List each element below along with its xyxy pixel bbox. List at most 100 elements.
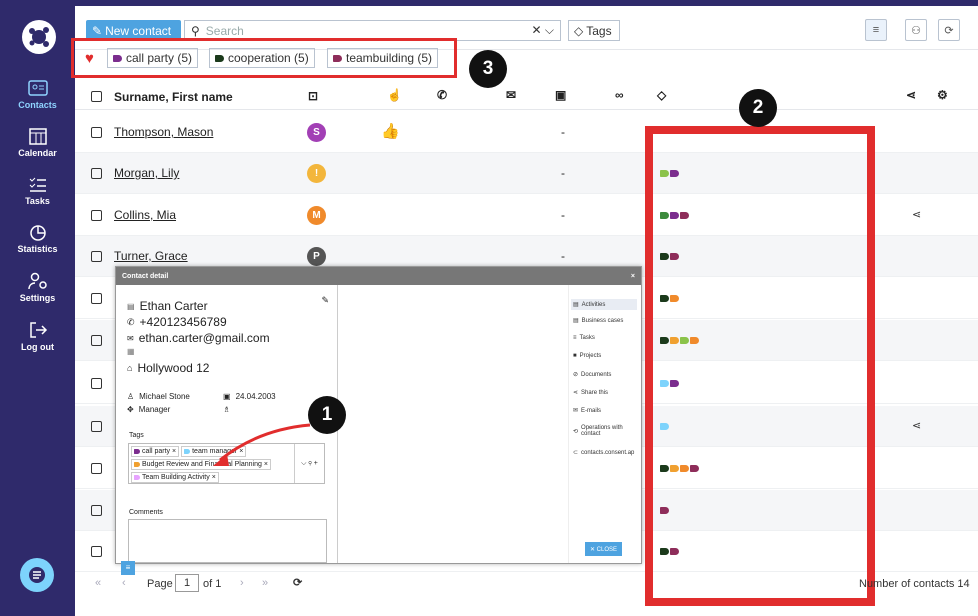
share-icon[interactable]: ⋖ [912, 419, 921, 432]
share-icon[interactable]: ⋖ [912, 208, 921, 221]
contact-name-link[interactable]: Thompson, Mason [114, 125, 213, 139]
contacts-view-button[interactable]: ⚇ [905, 19, 927, 41]
contact-name-link[interactable]: Morgan, Lily [114, 166, 179, 180]
last-page-icon[interactable]: » [262, 577, 268, 589]
glasses-icon[interactable]: ∞ [615, 88, 624, 102]
filter-chip-teambuilding[interactable]: teambuilding (5) [327, 48, 439, 68]
filter-chip-call-party[interactable]: call party (5) [107, 48, 199, 68]
refresh-button[interactable]: ⟳ [938, 19, 960, 41]
sidebar-item-label: Calendar [18, 148, 57, 158]
logout-icon [29, 322, 47, 338]
close-icon[interactable]: × [631, 273, 635, 280]
calendar-icon[interactable]: ▣ [555, 88, 566, 102]
sidebar-item-contacts[interactable]: Contacts [0, 78, 75, 110]
annotation-badge-1: 1 [308, 396, 346, 434]
table-header: Surname, First name ⊡ ☝ ✆ ✉ ▣ ∞ ◇ ⋖ ⚙ [75, 82, 978, 110]
contact-email[interactable]: ✉ ethan.carter@gmail.com [127, 331, 270, 345]
heart-icon[interactable]: ♥ [85, 50, 94, 67]
row-checkbox[interactable] [91, 127, 102, 138]
menu-item-share-this[interactable]: ⋖ Share this [573, 389, 608, 397]
tag-icon [680, 337, 689, 344]
column-header-name[interactable]: Surname, First name [114, 90, 233, 104]
tags-cell [660, 507, 670, 514]
phone-icon[interactable]: ✆ [437, 88, 447, 102]
table-row[interactable]: Collins, Mia M - ⋖ [75, 195, 978, 236]
calendar-icon: ▣ [223, 392, 231, 401]
menu-item-business-cases[interactable]: ▤ Business cases [573, 317, 623, 325]
gear-icon[interactable]: ⚙ [937, 88, 948, 102]
menu-item-projects[interactable]: ■ Projects [573, 353, 601, 359]
page-label: Page [147, 578, 173, 590]
tags-cell [660, 337, 700, 344]
thumbs-up-icon[interactable]: ☝ [387, 88, 402, 102]
tag-chip[interactable]: Team Building Activity × [131, 472, 219, 483]
refresh-icon[interactable]: ⟳ [293, 576, 302, 589]
row-checkbox[interactable] [91, 210, 102, 221]
sidebar-item-statistics[interactable]: Statistics [0, 222, 75, 254]
row-checkbox[interactable] [91, 168, 102, 179]
page-input[interactable]: 1 [175, 574, 199, 592]
row-checkbox[interactable] [91, 546, 102, 557]
contact-phone[interactable]: ✆ +420123456789 [127, 315, 227, 329]
tag-icon [660, 380, 669, 387]
table-row[interactable]: Morgan, Lily! - [75, 153, 978, 194]
sidebar-item-calendar[interactable]: Calendar [0, 126, 75, 158]
menu-item-label: contacts.consent.ap [581, 449, 635, 456]
menu-item-e-mails[interactable]: ✉ E-mails [573, 407, 601, 415]
menu-item-icon: ⊘ [573, 372, 579, 378]
tag-chip[interactable]: call party × [131, 446, 180, 457]
contact-name-link[interactable]: Turner, Grace [114, 249, 188, 263]
contacts-count: Number of contacts 14 [859, 578, 970, 590]
sidebar-item-tasks[interactable]: Tasks [0, 174, 75, 206]
comments-textarea[interactable] [128, 519, 327, 563]
sidebar-item-logout[interactable]: Log out [0, 320, 75, 352]
prev-page-icon[interactable]: ‹ [122, 577, 126, 589]
tag-icon[interactable]: ◇ [657, 88, 666, 102]
menu-item-label: Documents [581, 371, 612, 378]
chat-button[interactable] [20, 558, 54, 592]
sidebar-item-settings[interactable]: Settings [0, 271, 75, 303]
first-page-icon[interactable]: « [95, 577, 101, 589]
clear-chevron-icon[interactable]: ✕ ⌵ [532, 23, 555, 38]
close-button[interactable]: ✕ CLOSE [585, 542, 622, 556]
row-checkbox[interactable] [91, 505, 102, 516]
building-icon: ▦ [127, 347, 135, 356]
tag-chip-label: call party [142, 448, 171, 455]
avatar: S [307, 123, 326, 142]
contact-detail-menu: ▤ Activities ▤ Business cases ≡ Tasks ■ Project… [568, 285, 642, 563]
menu-item-icon: ▤ [573, 318, 579, 324]
tags-label: Tags [129, 432, 144, 439]
row-checkbox[interactable] [91, 251, 102, 262]
row-checkbox[interactable] [91, 293, 102, 304]
chip-label: teambuilding (5) [346, 51, 433, 65]
menu-item-operations[interactable]: ⟲ Operations with contact [573, 425, 635, 437]
menu-button[interactable]: ≡ [121, 561, 135, 575]
sidebar-item-label: Statistics [17, 244, 58, 254]
row-checkbox[interactable] [91, 421, 102, 432]
contact-name-link[interactable]: Collins, Mia [114, 208, 176, 222]
menu-item-consent[interactable]: ⊂ contacts.consent.ap [573, 449, 635, 457]
menu-item-activities[interactable]: ▤ Activities [571, 299, 637, 310]
menu-item-documents[interactable]: ⊘ Documents [573, 371, 612, 379]
menu-item-tasks[interactable]: ≡ Tasks [573, 335, 595, 341]
filter-chip-cooperation[interactable]: cooperation (5) [209, 48, 315, 68]
list-view-button[interactable]: ≡ [865, 19, 887, 41]
row-checkbox[interactable] [91, 463, 102, 474]
menu-item-label: Operations with contact [581, 425, 623, 437]
mail-icon[interactable]: ✉ [506, 88, 516, 102]
row-checkbox[interactable] [91, 335, 102, 346]
briefcase-icon[interactable]: ⊡ [308, 89, 318, 103]
contact-date: ▣ 24.04.2003 [223, 392, 276, 401]
next-page-icon[interactable]: › [240, 577, 244, 589]
edit-icon[interactable]: ✎ [321, 295, 329, 306]
share-icon[interactable]: ⋖ [906, 88, 916, 102]
tags-button[interactable]: ◇ Tags [568, 20, 620, 41]
select-all-checkbox[interactable] [91, 91, 102, 102]
tags-label: Tags [586, 23, 612, 38]
table-row[interactable]: Thompson, Mason S 👍 - [75, 112, 978, 153]
tag-icon [660, 465, 669, 472]
phone-icon: ✆ [127, 316, 135, 327]
contacts-icon [27, 80, 48, 96]
row-checkbox[interactable] [91, 378, 102, 389]
date-cell: - [561, 166, 565, 180]
